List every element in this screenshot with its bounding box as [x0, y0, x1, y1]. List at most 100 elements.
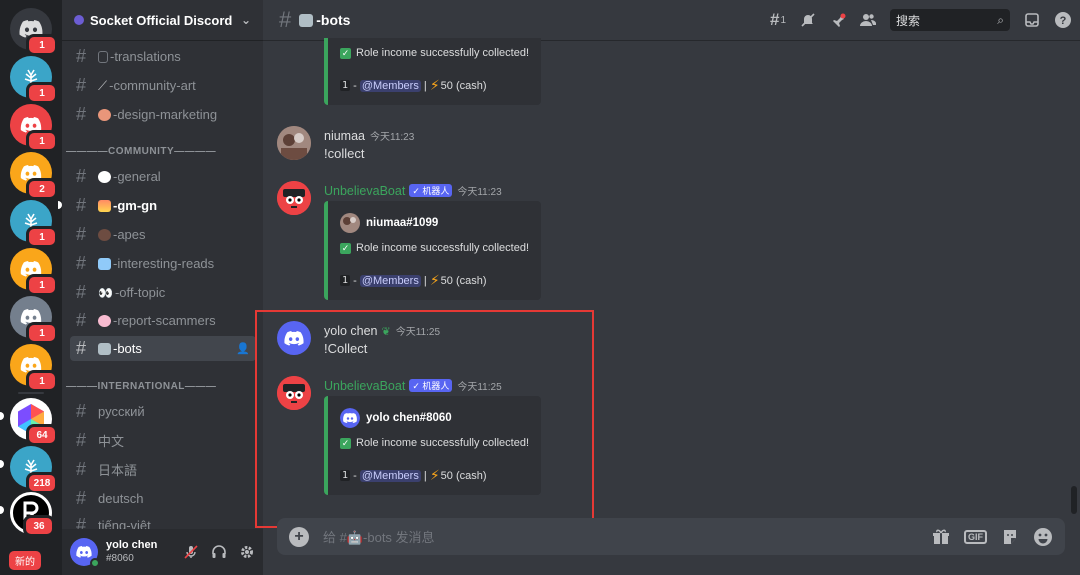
hash-icon: #	[76, 401, 87, 421]
channel-label: -bots	[113, 341, 142, 356]
help-icon[interactable]: ?	[1054, 11, 1072, 29]
message-header: UnbelievaBoat ✓ 机器人 今天11:23	[324, 183, 502, 198]
emoji-icon[interactable]	[1033, 527, 1053, 547]
server-icon[interactable]: 2	[10, 152, 58, 200]
username: yolo chen	[106, 539, 158, 551]
guild-name: Socket Official Discord	[90, 12, 233, 28]
channel-label: deutsch	[98, 491, 144, 506]
avatar[interactable]	[70, 538, 100, 568]
server-icon[interactable]: 1	[10, 296, 58, 344]
hash-icon: #	[76, 195, 87, 215]
guild-icon	[74, 15, 84, 25]
channel-label: -translations	[110, 49, 181, 64]
hash-icon: #	[279, 7, 292, 32]
message-header: yolo chen ❦ 今天11:25	[324, 323, 440, 338]
check-icon: ✓	[340, 47, 351, 59]
bot-embed: ✓ Role income successfully collected! 1 -…	[324, 38, 541, 105]
brush-emoji-icon: ⟋	[98, 77, 108, 93]
search-icon: ⌕	[997, 12, 1004, 27]
sticker-icon[interactable]	[1001, 528, 1019, 546]
channel-label: -design-marketing	[113, 107, 218, 122]
channel-russian[interactable]: # русский	[70, 399, 256, 424]
channel-label: русский	[98, 404, 145, 419]
embed-author: yolo chen#8060	[340, 408, 452, 428]
inbox-icon[interactable]	[1024, 12, 1040, 28]
channel-bots[interactable]: # -bots 👤	[70, 336, 256, 361]
message-composer[interactable]: + 给 #🤖-bots 发消息 GIF	[277, 518, 1065, 555]
avatar[interactable]	[277, 126, 311, 160]
role-mention[interactable]: @Members	[359, 79, 421, 92]
scrollbar-thumb[interactable]	[1071, 486, 1077, 514]
channel-label: -off-topic	[114, 285, 166, 300]
new-tag[interactable]: 新的	[6, 548, 44, 573]
author-name[interactable]: UnbelievaBoat	[324, 184, 405, 198]
channel-japanese[interactable]: # 日本語	[70, 457, 256, 482]
channel-general[interactable]: # -general	[70, 164, 256, 189]
svg-text:?: ?	[1060, 15, 1067, 27]
members-icon[interactable]	[860, 12, 876, 28]
channel-off-topic[interactable]: # 👀 -off-topic	[70, 280, 256, 305]
channel-design-marketing[interactable]: # -design-marketing	[70, 102, 256, 127]
gif-button[interactable]: GIF	[964, 529, 987, 544]
channel-label: 中文	[98, 434, 125, 449]
channel-apes[interactable]: # -apes	[70, 222, 256, 247]
channel-gm-gn[interactable]: # -gm-gn	[70, 193, 256, 218]
role-mention[interactable]: @Members	[359, 469, 421, 482]
server-icon[interactable]: 1	[10, 248, 58, 296]
pin-icon[interactable]	[830, 12, 846, 28]
mute-bell-icon[interactable]	[800, 12, 816, 28]
author-name[interactable]: UnbelievaBoat	[324, 379, 405, 393]
server-icon[interactable]: 36	[10, 492, 55, 537]
category-community[interactable]: ————COMMUNITY————	[66, 146, 216, 157]
add-attachment-icon[interactable]: +	[289, 526, 309, 547]
hash-icon: #	[76, 459, 87, 479]
server-icon[interactable]: 64	[10, 398, 58, 446]
check-icon: ✓	[340, 242, 351, 254]
channel-deutsch[interactable]: # deutsch	[70, 486, 256, 511]
hash-icon: #	[76, 253, 87, 273]
search-input[interactable]: 搜索 ⌕	[890, 9, 1010, 31]
check-icon: ✓	[340, 437, 351, 449]
mute-microphone-icon[interactable]	[183, 544, 199, 560]
channel-interesting-reads[interactable]: # -interesting-reads	[70, 251, 256, 276]
bot-face-icon	[277, 376, 311, 410]
server-icon[interactable]: 1	[10, 104, 58, 152]
embed-text: Role income successfully collected!	[356, 47, 530, 59]
role-mention[interactable]: @Members	[359, 274, 421, 287]
server-icon[interactable]: 1	[10, 200, 58, 248]
book-emoji-icon	[98, 257, 111, 270]
server-icon[interactable]: 1	[10, 344, 58, 392]
separator: |	[423, 469, 427, 482]
user-names[interactable]: yolo chen #8060	[106, 539, 157, 565]
author-name[interactable]: niumaa	[324, 129, 365, 143]
hash-icon: #	[76, 282, 87, 302]
home-button[interactable]: 1	[10, 8, 58, 56]
channel-community-art[interactable]: # ⟋ -community-art	[70, 73, 256, 98]
category-international[interactable]: ———INTERNATIONAL———	[66, 381, 216, 392]
amount: 50 (cash)	[440, 274, 487, 287]
embed-line: ✓ Role income successfully collected!	[340, 47, 529, 59]
guild-header[interactable]: Socket Official Discord ⌄	[62, 0, 263, 41]
channel-chinese[interactable]: # 中文	[70, 428, 256, 453]
bot-badge: ✓ 机器人	[409, 184, 453, 197]
settings-gear-icon[interactable]	[239, 544, 255, 560]
threads-button[interactable]: # 1	[770, 10, 786, 30]
notification-badge: 36	[23, 515, 55, 537]
unread-pill	[0, 506, 4, 514]
gift-icon[interactable]	[932, 528, 950, 546]
add-member-icon[interactable]: 👤	[236, 342, 250, 355]
author-name[interactable]: yolo chen	[324, 324, 378, 338]
avatar[interactable]	[277, 321, 311, 355]
avatar[interactable]	[277, 181, 311, 215]
channel-report-scammers[interactable]: # -report-scammers	[70, 308, 256, 333]
hash-icon: #	[76, 310, 87, 330]
embed-line: 1 - @Members | ⚡ 50 (cash)	[340, 272, 487, 289]
message-text: !Collect	[324, 341, 368, 356]
channel-translations[interactable]: # -translations	[70, 44, 256, 69]
server-icon[interactable]: 1	[10, 56, 58, 104]
server-icon[interactable]: 218	[10, 446, 58, 494]
avatar[interactable]	[277, 376, 311, 410]
headphones-icon[interactable]	[211, 544, 227, 560]
code-prefix: 1	[340, 470, 351, 481]
message-text: !collect	[324, 146, 365, 161]
